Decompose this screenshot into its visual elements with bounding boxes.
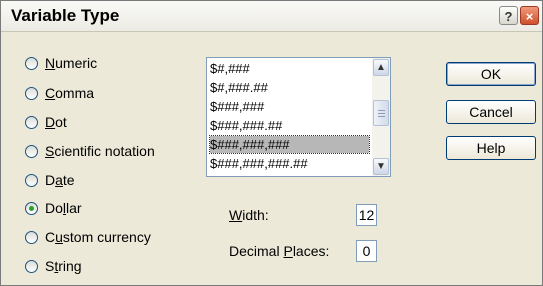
radio-circle-icon[interactable] xyxy=(25,173,38,187)
help-question-icon[interactable]: ? xyxy=(499,6,518,25)
variable-type-dialog: Variable Type ? × Numeric Comma Dot Scie… xyxy=(0,0,543,286)
radio-string[interactable]: String xyxy=(25,256,82,276)
list-item[interactable]: $#,###.## xyxy=(210,79,268,96)
radio-dot[interactable]: Dot xyxy=(25,112,67,132)
grip-line xyxy=(378,113,385,114)
decimal-places-field[interactable]: 0 xyxy=(356,240,377,262)
list-item[interactable]: $###,###.## xyxy=(210,117,282,134)
radio-label-date: Date xyxy=(45,172,75,188)
grip-line xyxy=(378,116,385,117)
scroll-thumb[interactable] xyxy=(373,100,389,126)
list-item[interactable]: $###,###,###.## xyxy=(210,155,308,172)
scroll-down-icon[interactable]: ▼ xyxy=(373,158,389,175)
radio-custom-currency[interactable]: Custom currency xyxy=(25,227,151,247)
radio-circle-icon[interactable] xyxy=(25,144,38,158)
radio-label-comma: Comma xyxy=(45,85,95,101)
help-button[interactable]: Help xyxy=(446,136,536,160)
dialog-title: Variable Type xyxy=(11,6,120,25)
radio-checked-icon[interactable] xyxy=(25,201,38,215)
scroll-up-icon[interactable]: ▲ xyxy=(373,59,389,76)
title-bar[interactable]: Variable Type ? × xyxy=(1,1,542,32)
radio-date[interactable]: Date xyxy=(25,170,75,190)
radio-numeric[interactable]: Numeric xyxy=(25,53,97,73)
radio-label-dollar: Dollar xyxy=(45,200,82,216)
radio-comma[interactable]: Comma xyxy=(25,83,94,103)
decimal-places-label: Decimal Places: xyxy=(229,243,330,259)
ok-button[interactable]: OK xyxy=(446,62,536,86)
radio-label-numeric: Numeric xyxy=(45,55,98,71)
radio-circle-icon[interactable] xyxy=(25,56,38,70)
radio-circle-icon[interactable] xyxy=(25,115,38,129)
radio-scientific-notation[interactable]: Scientific notation xyxy=(25,141,155,161)
width-field[interactable]: 12 xyxy=(356,204,377,226)
list-item[interactable]: $###,### xyxy=(210,98,264,115)
radio-label-string: String xyxy=(45,258,82,274)
radio-circle-icon[interactable] xyxy=(25,259,38,273)
vertical-scrollbar[interactable]: ▲ ▼ xyxy=(372,58,390,176)
close-icon[interactable]: × xyxy=(520,6,539,25)
list-item[interactable]: $#,### xyxy=(210,60,250,77)
format-listbox[interactable]: $#,### $#,###.## $###,### $###,###.## $#… xyxy=(206,57,391,177)
grip-line xyxy=(378,110,385,111)
radio-circle-icon[interactable] xyxy=(25,86,38,100)
radio-dollar[interactable]: Dollar xyxy=(25,198,82,218)
radio-circle-icon[interactable] xyxy=(25,230,38,244)
radio-label-custom-currency: Custom currency xyxy=(45,229,151,245)
cancel-button[interactable]: Cancel xyxy=(446,100,536,124)
radio-label-dot: Dot xyxy=(45,114,67,130)
list-item-selected[interactable]: $###,###,### xyxy=(209,135,370,154)
radio-label-scientific-notation: Scientific notation xyxy=(45,143,155,159)
width-label: Width: xyxy=(229,207,269,223)
